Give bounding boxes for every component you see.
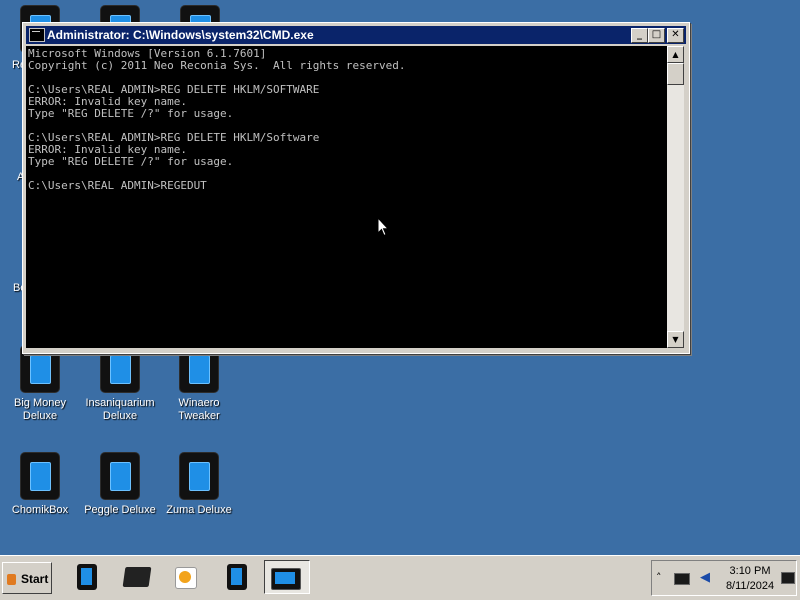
clock-time: 3:10 PM xyxy=(729,565,771,577)
desktop-icon-winaero-tweaker[interactable]: Winaero Tweaker xyxy=(159,345,239,423)
archive-box-icon xyxy=(122,567,152,587)
taskbar-app-pinned-2[interactable] xyxy=(217,560,257,594)
start-button[interactable]: Start xyxy=(2,562,52,594)
game-icon xyxy=(179,452,219,500)
display-icon[interactable] xyxy=(674,573,690,585)
taskbar-app-archive[interactable] xyxy=(117,560,157,594)
speaker-icon[interactable]: ◀ xyxy=(700,571,712,585)
cmd-icon xyxy=(271,568,301,590)
desktop-icon-insaniquarium-deluxe[interactable]: Insaniquarium Deluxe xyxy=(80,345,160,423)
taskbar-app-media-player[interactable] xyxy=(165,560,205,594)
cmd-window[interactable]: Administrator: C:\Windows\system32\CMD.e… xyxy=(22,22,690,354)
desktop-icon-label: ChomikBox xyxy=(11,504,69,516)
console-line: Copyright (c) 2011 Neo Reconia Sys. All … xyxy=(28,59,406,72)
tray-clock[interactable]: 3:10 PM 8/11/2024 xyxy=(724,564,776,594)
taskbar: Start ˄ ◀ 3:10 PM 8/11/2024 xyxy=(0,555,800,600)
vertical-scrollbar[interactable]: ▲ ▼ xyxy=(667,46,684,348)
windows-logo-icon xyxy=(7,574,16,585)
pinned-app-icon xyxy=(77,564,97,590)
media-player-icon xyxy=(175,567,197,589)
desktop-icon-chomikbox[interactable]: ChomikBox xyxy=(0,452,80,517)
window-titlebar[interactable]: Administrator: C:\Windows\system32\CMD.e… xyxy=(26,26,686,44)
desktop-icon-label: Insaniquarium Deluxe xyxy=(85,397,155,422)
window-title: Administrator: C:\Windows\system32\CMD.e… xyxy=(47,28,314,42)
app-icon xyxy=(20,452,60,500)
console-line: Type "REG DELETE /?" for usage. xyxy=(28,155,234,168)
mouse-cursor-icon xyxy=(377,217,389,237)
desktop-icon-big-money-deluxe[interactable]: Big Money Deluxe xyxy=(0,345,80,423)
desktop-icon-label: Peggle Deluxe xyxy=(84,504,156,516)
console-line: Type "REG DELETE /?" for usage. xyxy=(28,107,234,120)
desktop-icon-peggle-deluxe[interactable]: Peggle Deluxe xyxy=(80,452,160,517)
show-hidden-icons-chevron-icon[interactable]: ˄ xyxy=(656,571,662,584)
game-icon xyxy=(100,452,140,500)
network-icon[interactable] xyxy=(781,572,795,584)
clock-date: 8/11/2024 xyxy=(725,580,775,592)
desktop-icon-label: Zuma Deluxe xyxy=(166,504,232,516)
desktop-icon-label: Winaero Tweaker xyxy=(178,397,220,422)
close-button[interactable]: ✕ xyxy=(667,28,684,43)
desktop-icon-label: Big Money Deluxe xyxy=(14,397,66,422)
desktop-icon-zuma-deluxe[interactable]: Zuma Deluxe xyxy=(159,452,239,517)
start-label: Start xyxy=(21,572,49,586)
scroll-down-icon[interactable]: ▼ xyxy=(667,331,684,348)
console-output[interactable]: Microsoft Windows [Version 6.1.7601] Cop… xyxy=(26,46,667,348)
pinned-app-icon xyxy=(227,564,247,590)
cmd-icon xyxy=(29,28,45,42)
system-tray: ˄ ◀ 3:10 PM 8/11/2024 xyxy=(651,560,797,596)
taskbar-app-pinned-1[interactable] xyxy=(67,560,107,594)
maximize-button[interactable]: □ xyxy=(648,28,665,43)
taskbar-app-cmd[interactable] xyxy=(264,560,310,594)
console-prompt-line: C:\Users\REAL ADMIN>REGEDUT xyxy=(28,179,207,192)
minimize-button[interactable]: _ xyxy=(631,28,648,43)
scroll-up-icon[interactable]: ▲ xyxy=(667,46,684,63)
scroll-thumb[interactable] xyxy=(667,63,684,85)
